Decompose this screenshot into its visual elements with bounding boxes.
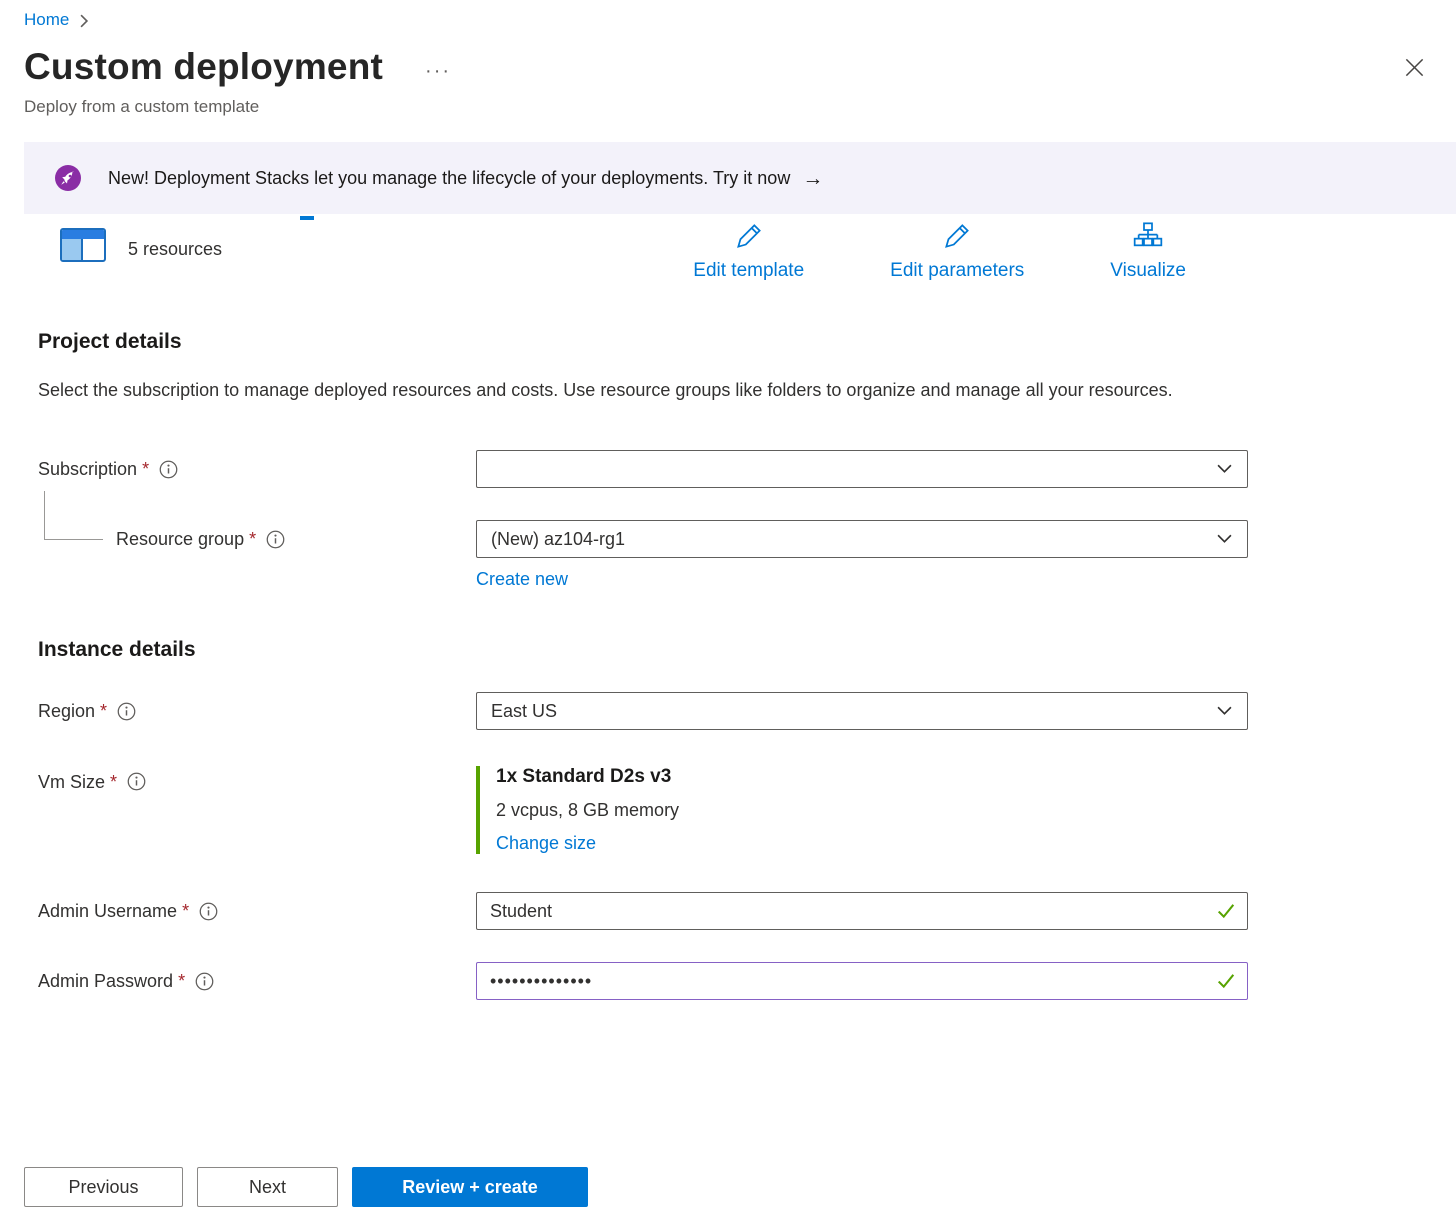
more-options-button[interactable]: ···: [425, 61, 451, 81]
resource-group-label-text: Resource group: [116, 529, 244, 550]
visualize-button[interactable]: Visualize: [1110, 220, 1186, 282]
previous-button[interactable]: Previous: [24, 1167, 183, 1207]
vm-size-label: Vm Size*: [38, 766, 476, 804]
required-asterisk: *: [249, 529, 256, 550]
chevron-down-icon: [1217, 464, 1232, 474]
info-icon[interactable]: [199, 902, 218, 921]
vm-size-title: 1x Standard D2s v3: [496, 766, 1248, 788]
subscription-label-text: Subscription: [38, 459, 137, 480]
region-row: Region* East US: [38, 692, 1456, 730]
resource-group-label: Resource group*: [38, 520, 476, 558]
vm-size-specs: 2 vcpus, 8 GB memory: [496, 800, 1248, 821]
edit-template-label: Edit template: [693, 260, 804, 282]
info-icon[interactable]: [117, 702, 136, 721]
info-icon[interactable]: [266, 530, 285, 549]
review-create-button[interactable]: Review + create: [352, 1167, 588, 1207]
subscription-dropdown[interactable]: [476, 450, 1248, 488]
admin-username-label: Admin Username*: [38, 892, 476, 930]
subscription-row: Subscription*: [38, 450, 1456, 488]
info-icon[interactable]: [159, 460, 178, 479]
vm-size-selection: 1x Standard D2s v3 2 vcpus, 8 GB memory …: [476, 766, 1248, 854]
truncated-link-fragment: [300, 216, 314, 220]
region-value: East US: [491, 701, 557, 722]
required-asterisk: *: [142, 459, 149, 480]
required-asterisk: *: [100, 701, 107, 722]
resource-group-row: Resource group* (New) az104-rg1 Create n…: [38, 520, 1456, 590]
tree-connector: [44, 491, 103, 540]
instance-details-heading: Instance details: [38, 638, 1456, 662]
custom-deployment-page: Home Custom deployment ··· Deploy from a…: [0, 0, 1456, 1000]
region-label-text: Region: [38, 701, 95, 722]
template-resources-icon: [60, 228, 106, 262]
title-row: Custom deployment ···: [0, 30, 1456, 88]
template-bar: 5 resources Edit template Edit parameter…: [0, 214, 1456, 282]
edit-parameters-label: Edit parameters: [890, 260, 1024, 282]
breadcrumb-chevron-icon: [79, 14, 89, 28]
vm-size-label-text: Vm Size: [38, 772, 105, 793]
region-dropdown[interactable]: East US: [476, 692, 1248, 730]
page-subtitle: Deploy from a custom template: [0, 88, 1456, 117]
diagram-icon: [1132, 220, 1164, 257]
deployment-form: Subscription* Resource group*: [0, 450, 1456, 1000]
admin-username-input[interactable]: [476, 892, 1248, 930]
admin-password-input[interactable]: [476, 962, 1248, 1000]
project-details-description: Select the subscription to manage deploy…: [0, 374, 1183, 406]
template-summary: 5 resources: [60, 220, 222, 262]
next-button[interactable]: Next: [197, 1167, 338, 1207]
announcement-banner: New! Deployment Stacks let you manage th…: [24, 142, 1456, 214]
subscription-label: Subscription*: [38, 450, 476, 488]
admin-username-row: Admin Username*: [38, 892, 1456, 930]
required-asterisk: *: [110, 772, 117, 793]
admin-password-label-text: Admin Password: [38, 971, 173, 992]
create-new-link[interactable]: Create new: [476, 569, 568, 590]
edit-parameters-button[interactable]: Edit parameters: [890, 220, 1024, 282]
banner-message: New! Deployment Stacks let you manage th…: [108, 168, 790, 189]
info-icon[interactable]: [195, 972, 214, 991]
breadcrumb-home-link[interactable]: Home: [24, 10, 69, 30]
edit-template-button[interactable]: Edit template: [693, 220, 804, 282]
vm-size-row: Vm Size* 1x Standard D2s v3 2 vcpus, 8 G…: [38, 766, 1456, 854]
resource-group-dropdown[interactable]: (New) az104-rg1: [476, 520, 1248, 558]
admin-password-label: Admin Password*: [38, 962, 476, 1000]
footer-actions: Previous Next Review + create: [24, 1167, 588, 1207]
breadcrumb: Home: [0, 0, 1456, 30]
visualize-label: Visualize: [1110, 260, 1186, 282]
resources-count: 5 resources: [128, 239, 222, 262]
rocket-icon: [54, 164, 82, 192]
project-details-heading: Project details: [0, 330, 1456, 354]
required-asterisk: *: [182, 901, 189, 922]
resource-group-value: (New) az104-rg1: [491, 529, 625, 550]
required-asterisk: *: [178, 971, 185, 992]
template-actions: Edit template Edit parameters Visualize: [693, 220, 1456, 282]
pencil-icon: [941, 220, 973, 257]
page-title: Custom deployment: [24, 46, 383, 88]
region-label: Region*: [38, 692, 476, 730]
close-icon[interactable]: [1401, 54, 1428, 81]
info-icon[interactable]: [127, 772, 146, 791]
arrow-right-icon[interactable]: →: [802, 168, 823, 189]
admin-username-label-text: Admin Username: [38, 901, 177, 922]
chevron-down-icon: [1217, 706, 1232, 716]
pencil-icon: [733, 220, 765, 257]
change-size-link[interactable]: Change size: [496, 833, 596, 854]
admin-password-row: Admin Password*: [38, 962, 1456, 1000]
chevron-down-icon: [1217, 534, 1232, 544]
